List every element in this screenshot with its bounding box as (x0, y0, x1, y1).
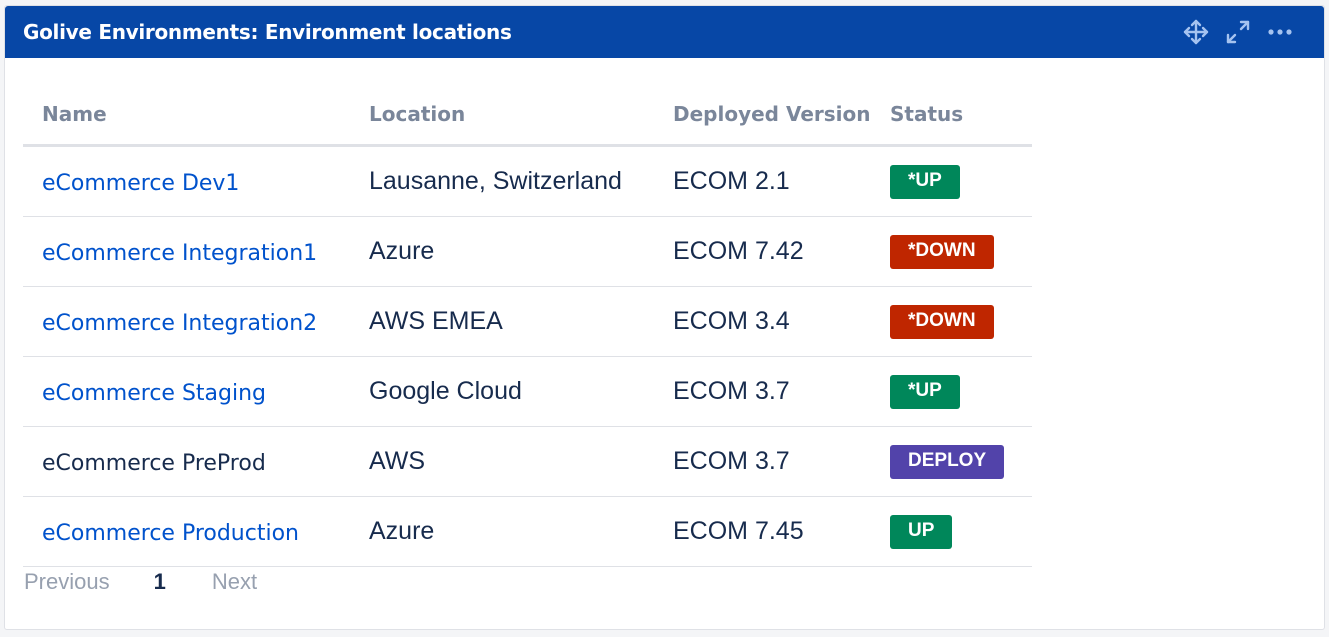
environment-name-cell: eCommerce Dev1 (23, 145, 350, 217)
location-cell: AWS (350, 426, 654, 497)
environment-name-cell: eCommerce Integration2 (23, 286, 350, 357)
status-cell: *DOWN (871, 286, 1032, 357)
status-badge: *DOWN (890, 234, 994, 269)
environment-name-link[interactable]: eCommerce Staging (42, 381, 266, 406)
more-icon[interactable] (1266, 18, 1294, 46)
environment-name-link[interactable]: eCommerce Integration2 (42, 311, 317, 336)
header-deployed-version[interactable]: Deployed Version (654, 84, 871, 147)
deployed-version-cell: ECOM 7.42 (654, 216, 871, 287)
status-badge: DEPLOY (890, 444, 1005, 479)
status-badge: UP (890, 514, 953, 549)
status-cell: UP (871, 496, 1032, 567)
gadget-header: Golive Environments: Environment locatio… (5, 6, 1324, 58)
environment-name: eCommerce PreProd (42, 451, 266, 476)
environment-name-link[interactable]: eCommerce Production (42, 521, 299, 546)
table-row: eCommerce Dev1 Lausanne, Switzerland ECOM … (23, 145, 1032, 217)
status-cell: *DOWN (871, 216, 1032, 287)
location-cell: Lausanne, Switzerland (350, 145, 654, 217)
deployed-version-cell: ECOM 3.4 (654, 286, 871, 357)
environments-table-container: Name Location Deployed Version Status eC… (23, 84, 1032, 567)
environment-name-link[interactable]: eCommerce Integration1 (42, 241, 317, 266)
deployed-version-cell: ECOM 3.7 (654, 426, 871, 497)
status-cell: DEPLOY (871, 426, 1032, 497)
header-actions (1182, 18, 1294, 46)
table-row: eCommerce Production Azure ECOM 7.45 UP (23, 496, 1032, 567)
table-row: eCommerce Integration1 Azure ECOM 7.42 *DOW… (23, 216, 1032, 287)
status-badge: *DOWN (890, 304, 994, 339)
deployed-version-cell: ECOM 3.7 (654, 356, 871, 427)
table-row: eCommerce Staging Google Cloud ECOM 3.7 *UP (23, 356, 1032, 427)
table-row: eCommerce Integration2 AWS EMEA ECOM 3.4 *D… (23, 286, 1032, 357)
status-cell: *UP (871, 145, 1032, 217)
gadget-panel: Golive Environments: Environment locatio… (4, 5, 1325, 630)
previous-page-link[interactable]: Previous (24, 569, 110, 595)
deployed-version-cell: ECOM 7.45 (654, 496, 871, 567)
environments-table: Name Location Deployed Version Status eC… (23, 84, 1032, 567)
current-page-number[interactable]: 1 (154, 569, 166, 595)
table-row: eCommerce PreProd AWS ECOM 3.7 DEPLOY (23, 426, 1032, 497)
expand-icon[interactable] (1224, 18, 1252, 46)
location-cell: AWS EMEA (350, 286, 654, 357)
environment-name-cell: eCommerce PreProd (23, 426, 350, 497)
table-header-row: Name Location Deployed Version Status (23, 84, 1032, 147)
environment-name-link[interactable]: eCommerce Dev1 (42, 171, 239, 196)
move-icon[interactable] (1182, 18, 1210, 46)
location-cell: Google Cloud (350, 356, 654, 427)
deployed-version-cell: ECOM 2.1 (654, 145, 871, 217)
header-status[interactable]: Status (871, 84, 1032, 147)
next-page-link[interactable]: Next (212, 569, 257, 595)
pagination: Previous 1 Next (24, 569, 257, 595)
status-cell: *UP (871, 356, 1032, 427)
environment-name-cell: eCommerce Integration1 (23, 216, 350, 287)
environment-name-cell: eCommerce Production (23, 496, 350, 567)
location-cell: Azure (350, 496, 654, 567)
environment-name-cell: eCommerce Staging (23, 356, 350, 427)
status-badge: *UP (890, 164, 960, 199)
header-name[interactable]: Name (23, 84, 350, 147)
gadget-title: Golive Environments: Environment locatio… (23, 20, 512, 44)
status-badge: *UP (890, 374, 960, 409)
location-cell: Azure (350, 216, 654, 287)
header-location[interactable]: Location (350, 84, 654, 147)
